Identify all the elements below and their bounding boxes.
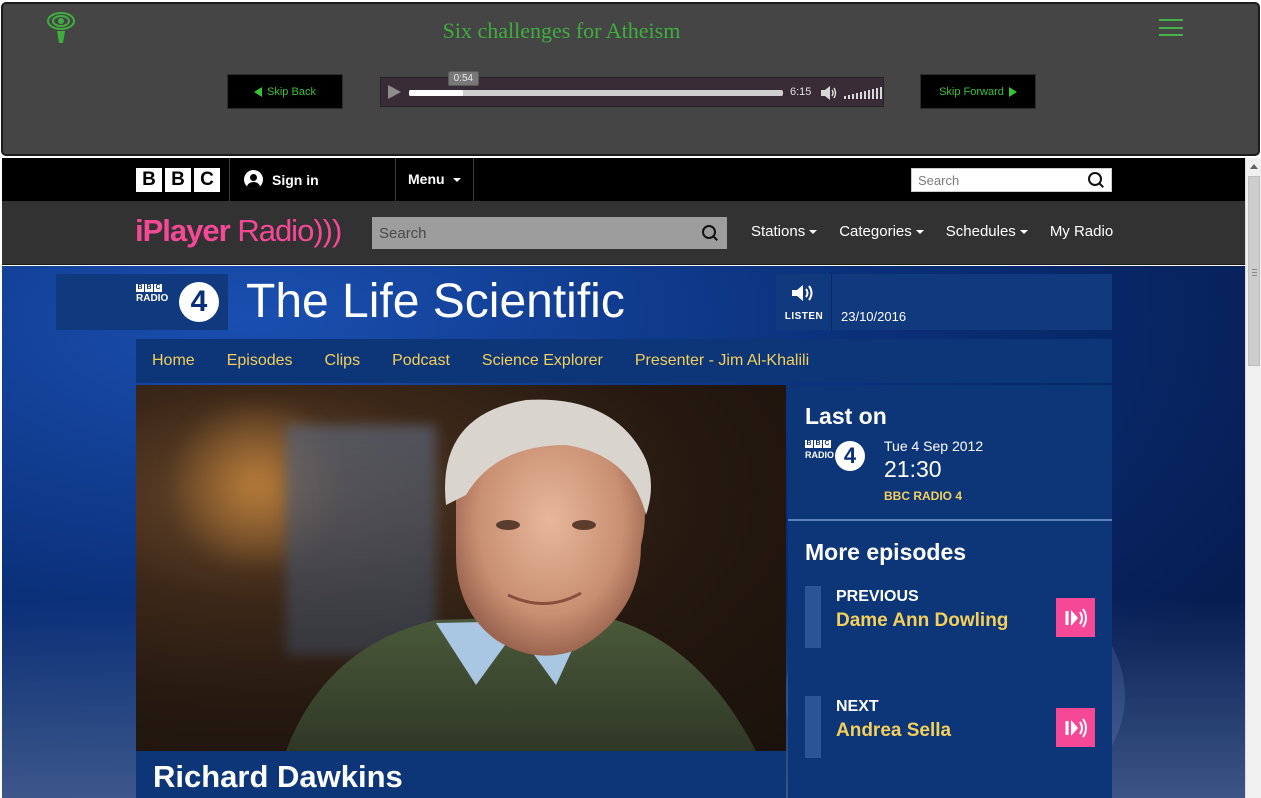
episode-name: Richard Dawkins xyxy=(153,759,403,794)
audio-controls: 0:54 6:15 xyxy=(380,71,884,107)
skip-back-button[interactable]: Skip Back xyxy=(227,74,343,109)
portrait-image xyxy=(286,399,756,751)
hamburger-menu-icon[interactable] xyxy=(1159,19,1183,36)
sign-in-link[interactable]: Sign in xyxy=(244,170,319,189)
search-icon[interactable] xyxy=(1088,172,1104,188)
nav-schedules[interactable]: Schedules xyxy=(946,223,1028,240)
scrollbar-thumb[interactable] xyxy=(1248,176,1260,366)
next-episode-title[interactable]: Andrea Sella xyxy=(836,720,951,742)
radio-nav: Stations Categories Schedules My Radio xyxy=(751,223,1113,240)
previous-episode-title[interactable]: Dame Ann Dowling xyxy=(836,610,1008,632)
bbc-logo[interactable]: B B C xyxy=(136,168,220,192)
last-on-heading: Last on xyxy=(805,403,887,429)
skip-back-label: Skip Back xyxy=(267,85,316,98)
arrow-left-icon xyxy=(254,86,263,97)
episode-name-bar: Richard Dawkins xyxy=(136,751,786,798)
chevron-down-icon xyxy=(915,230,924,235)
side-panel: Last on B B C RADIO 4 Tue 4 Sep 2012 21:… xyxy=(788,385,1112,798)
listen-label: LISTEN xyxy=(784,311,824,322)
last-on-station[interactable]: BBC RADIO 4 xyxy=(884,489,962,503)
chevron-down-icon xyxy=(452,178,461,183)
previous-episode[interactable]: PREVIOUS Dame Ann Dowling xyxy=(805,586,1095,648)
tab-science-explorer[interactable]: Science Explorer xyxy=(482,352,603,370)
skip-forward-label: Skip Forward xyxy=(939,85,1004,98)
vertical-scrollbar[interactable] xyxy=(1245,158,1261,798)
skip-forward-button[interactable]: Skip Forward xyxy=(920,74,1036,109)
tab-presenter[interactable]: Presenter - Jim Al-Khalili xyxy=(635,352,809,370)
programme-title[interactable]: The Life Scientific xyxy=(246,274,625,329)
episode-photo xyxy=(136,385,786,751)
duration-label: 6:15 xyxy=(790,86,812,98)
last-on-date: Tue 4 Sep 2012 xyxy=(884,438,984,454)
bbc-global-bar: B B C Sign in Menu xyxy=(2,158,1245,201)
programme-nav: Home Episodes Clips Podcast Science Expl… xyxy=(136,339,1112,383)
seek-bar-fill xyxy=(409,90,463,96)
radio-4-icon: B B C RADIO 4 xyxy=(805,438,867,472)
radio-search-input[interactable] xyxy=(372,217,692,249)
iplayer-radio-bar: iPlayer Radio))) Stations Categories Sch… xyxy=(2,201,1245,265)
radio-waves-icon: ))) xyxy=(313,213,342,248)
more-episodes-heading: More episodes xyxy=(805,539,967,565)
last-on-time: 21:30 xyxy=(884,456,942,482)
divider xyxy=(473,158,474,201)
listen-box: LISTEN 23/10/2016 xyxy=(776,274,1112,330)
play-episode-icon[interactable] xyxy=(1056,708,1095,747)
radio-search-box xyxy=(372,217,727,249)
player-title: Six challenges for Atheism xyxy=(442,18,681,43)
next-label: NEXT xyxy=(836,698,879,715)
play-episode-icon[interactable] xyxy=(1056,598,1095,637)
arrow-right-icon xyxy=(1008,86,1017,97)
speaker-icon xyxy=(792,285,813,301)
volume-icon[interactable] xyxy=(820,85,838,101)
current-time-tooltip: 0:54 xyxy=(447,71,479,86)
nav-stations[interactable]: Stations xyxy=(751,223,818,240)
scroll-up-icon[interactable] xyxy=(1250,164,1258,169)
podcast-player-panel: Six challenges for Atheism Skip Back 0:5… xyxy=(1,2,1260,156)
broadcast-date: 23/10/2016 xyxy=(841,309,907,324)
nav-categories[interactable]: Categories xyxy=(839,223,924,240)
tab-episodes[interactable]: Episodes xyxy=(227,352,293,370)
search-icon[interactable] xyxy=(702,225,718,241)
bbc-search-input[interactable] xyxy=(912,169,1077,191)
tab-podcast[interactable]: Podcast xyxy=(392,352,450,370)
radio-4-logo[interactable]: B B C RADIO 4 xyxy=(56,274,228,330)
tab-home[interactable]: Home xyxy=(152,352,195,370)
chevron-down-icon xyxy=(1019,230,1028,235)
volume-slider[interactable] xyxy=(844,87,882,99)
divider xyxy=(229,158,230,201)
menu-button[interactable]: Menu xyxy=(408,171,461,187)
listen-button[interactable]: LISTEN xyxy=(776,274,832,330)
iplayer-radio-logo[interactable]: iPlayer Radio))) xyxy=(135,213,342,249)
divider xyxy=(395,158,396,201)
previous-label: PREVIOUS xyxy=(836,588,919,605)
user-icon xyxy=(244,170,263,189)
bbc-search-box xyxy=(911,168,1112,192)
next-episode[interactable]: NEXT Andrea Sella xyxy=(805,696,1095,758)
sign-in-label: Sign in xyxy=(272,171,319,188)
divider xyxy=(788,519,1112,521)
tab-clips[interactable]: Clips xyxy=(325,352,361,370)
bbc-webpage: B B C Sign in Menu iPlayer Radio))) Stat… xyxy=(2,158,1261,798)
seek-bar[interactable]: 0:54 xyxy=(409,71,783,96)
chevron-down-icon xyxy=(809,230,818,235)
play-icon[interactable] xyxy=(388,85,401,99)
nav-my-radio[interactable]: My Radio xyxy=(1050,223,1113,240)
